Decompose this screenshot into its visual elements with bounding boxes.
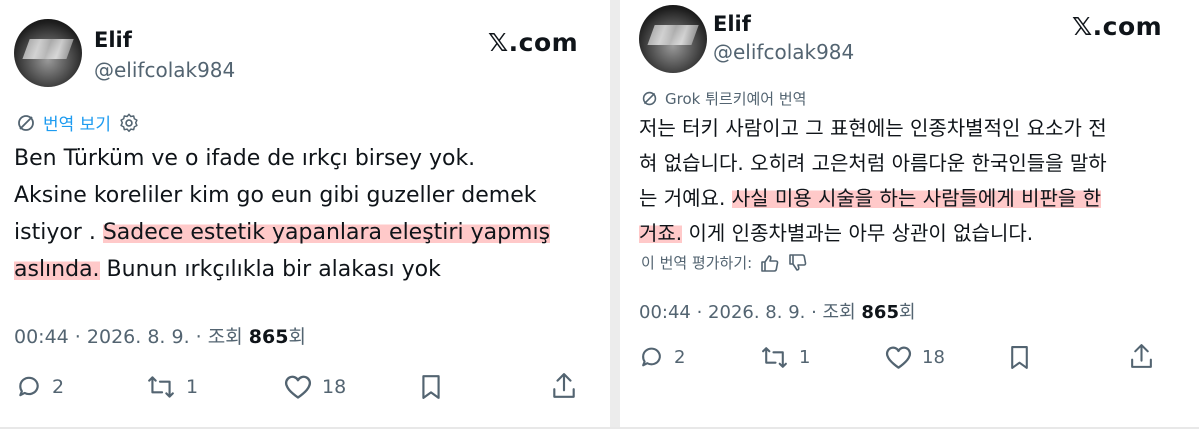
reply-icon [642, 347, 661, 367]
translate-icon [642, 91, 657, 106]
repost-icon [148, 376, 174, 398]
views-suffix: 회 [288, 326, 306, 348]
share-button[interactable] [1130, 343, 1153, 370]
views-count: 865 [861, 302, 899, 323]
like-button[interactable]: 18 [284, 374, 346, 400]
author-handle[interactable]: @elifcolak984 [94, 58, 235, 82]
repost-button[interactable]: 1 [146, 374, 198, 400]
repost-icon [762, 347, 787, 368]
tweet-card-original: Elif @elifcolak984 𝕏.com 번역 보기 Ben Türkü… [0, 0, 600, 429]
share-button[interactable] [552, 372, 576, 400]
text-span: 는 거예요. [639, 186, 732, 210]
tweet-line: aslında. Bunun ırkçılıkla bir alakası yo… [14, 251, 594, 288]
text-span: 이게 인종차별과는 아무 상관이 없습니다. [682, 221, 1034, 245]
highlighted-text: aslında. [14, 257, 100, 282]
highlighted-text: 거죠. [639, 221, 683, 245]
thumbs-up-icon[interactable] [760, 253, 780, 273]
text-span: Bunun ırkçılıkla bir alakası yok [99, 257, 441, 282]
bookmark-icon [1011, 346, 1028, 369]
x-logo: 𝕏.com [488, 28, 579, 57]
share-icon [1131, 344, 1152, 368]
repost-count: 1 [799, 347, 811, 368]
tweet-line: 거죠. 이게 인종차별과는 아무 상관이 없습니다. [639, 216, 1194, 251]
tweet-date[interactable]: 2026. 8. 9. [87, 326, 190, 348]
translated-text: 저는 터키 사람이고 그 표현에는 인종차별적인 요소가 전 혀 없습니다. 오… [639, 111, 1194, 251]
tweet-card-translated: Elif @elifcolak984 𝕏.com Grok 튀르키예어 번역 저… [620, 0, 1199, 429]
bookmark-icon [422, 375, 440, 399]
text-span: istiyor . [14, 220, 103, 245]
tweet-time[interactable]: 00:44 [14, 326, 69, 348]
translate-link[interactable]: 번역 보기 [43, 110, 111, 135]
reply-icon [19, 376, 39, 397]
views-suffix: 회 [898, 302, 916, 323]
rate-translation-row: 이 번역 평가하기: [641, 252, 808, 273]
tweet-line: 는 거예요. 사실 미용 시술을 하는 사람들에게 비판을 한 [639, 181, 1194, 216]
translation-label: Grok 튀르키예어 번역 [665, 90, 807, 108]
bookmark-button[interactable] [1009, 345, 1030, 370]
thumbs-down-icon[interactable] [788, 253, 808, 273]
tweet-line: 혀 없습니다. 오히려 고은처럼 아름다운 한국인들을 말하 [639, 151, 1107, 175]
reply-button[interactable]: 2 [639, 345, 685, 370]
tweet-line: Ben Türküm ve o ifade de ırkçı birsey yo… [14, 146, 476, 171]
share-icon [553, 373, 575, 398]
translate-icon [18, 114, 34, 131]
author-handle[interactable]: @elifcolak984 [713, 40, 854, 64]
repost-button[interactable]: 1 [760, 345, 810, 370]
views-count: 865 [248, 326, 289, 348]
x-logo: 𝕏.com [1072, 12, 1163, 41]
divider [610, 0, 620, 429]
gear-icon[interactable] [118, 112, 140, 134]
tweet-line: 저는 터키 사람이고 그 표현에는 인종차별적인 요소가 전 [639, 116, 1107, 140]
rate-label: 이 번역 평가하기: [641, 254, 753, 272]
bookmark-button[interactable] [420, 374, 442, 400]
tweet-meta: 00:44 · 2026. 8. 9. · 조회 865회 [639, 302, 916, 323]
author-name[interactable]: Elif [713, 12, 751, 36]
tweet-text: Ben Türküm ve o ifade de ırkçı birsey yo… [14, 140, 594, 288]
avatar[interactable] [14, 19, 82, 87]
tweet-date[interactable]: 2026. 8. 9. [708, 302, 805, 323]
like-count: 18 [322, 376, 347, 398]
tweet-line: istiyor . Sadece estetik yapanlara eleşt… [14, 214, 594, 251]
avatar[interactable] [639, 5, 707, 73]
reply-count: 2 [52, 376, 65, 398]
heart-icon [285, 375, 311, 399]
tweet-time[interactable]: 00:44 [639, 302, 691, 323]
translate-row[interactable]: 번역 보기 [16, 110, 140, 135]
reply-button[interactable]: 2 [16, 374, 64, 400]
like-button[interactable]: 18 [885, 345, 945, 370]
like-count: 18 [922, 347, 945, 368]
tweet-line: Aksine koreliler kim go eun gibi guzelle… [14, 183, 537, 208]
author-name[interactable]: Elif [94, 28, 132, 52]
tweet-meta: 00:44 · 2026. 8. 9. · 조회 865회 [14, 326, 306, 348]
views-label: 조회 [207, 326, 243, 348]
heart-icon [886, 346, 911, 369]
reply-count: 2 [674, 347, 686, 368]
translation-label-row: Grok 튀르키예어 번역 [641, 88, 806, 109]
views-label: 조회 [822, 302, 856, 323]
repost-count: 1 [186, 376, 199, 398]
highlighted-text: 사실 미용 시술을 하는 사람들에게 비판을 한 [731, 186, 1102, 210]
highlighted-text: Sadece estetik yapanlara eleştiri yapmış [102, 220, 551, 245]
